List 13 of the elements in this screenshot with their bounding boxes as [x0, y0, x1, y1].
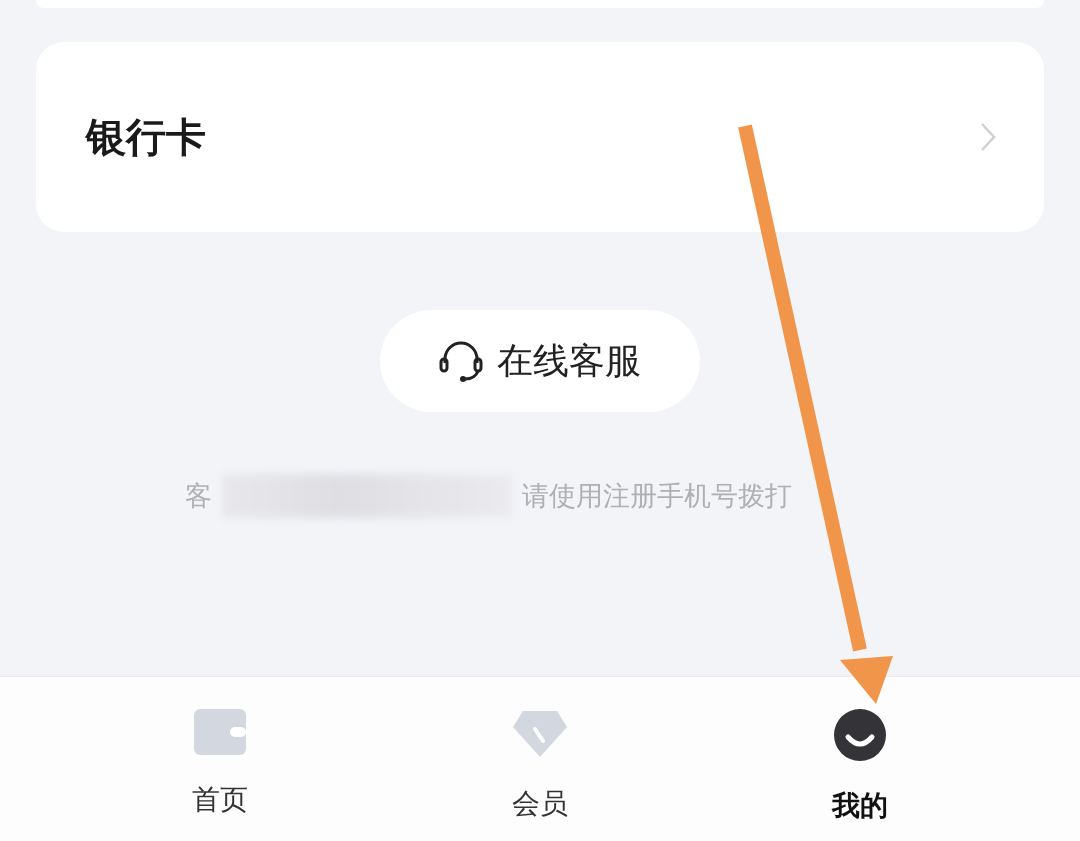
hotline-text: 客: [185, 479, 212, 513]
headset-icon: [439, 339, 483, 383]
diamond-icon: [511, 709, 569, 759]
online-support-button[interactable]: 在线客服: [380, 310, 700, 412]
tab-item[interactable]: 我的: [700, 677, 1020, 841]
hotline-text: 请使用注册手机号拨打: [522, 479, 792, 513]
tab-item[interactable]: 首页: [60, 677, 380, 841]
chevron-right-icon: [980, 122, 996, 152]
wallet-icon: [194, 709, 246, 755]
tab-item[interactable]: 会员: [380, 677, 700, 841]
smiley-icon: [834, 709, 886, 761]
row-title: 银行卡: [86, 112, 206, 162]
bank-card-row[interactable]: 银行卡: [36, 42, 1044, 232]
